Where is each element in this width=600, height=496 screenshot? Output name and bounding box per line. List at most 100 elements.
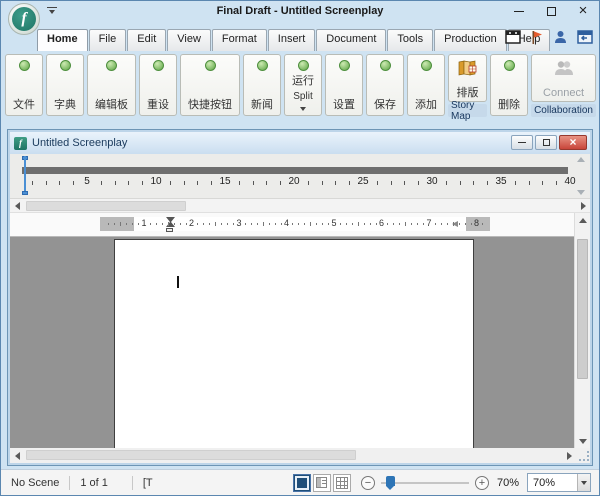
tab-tools[interactable]: Tools [387,29,434,51]
green-dot-icon [204,60,216,71]
connect-button[interactable]: Connect [531,54,596,102]
tab-production[interactable]: Production [434,29,507,51]
scroll-down-icon[interactable] [575,434,590,448]
scrollbar-thumb[interactable] [26,201,186,211]
dictionary-button[interactable]: 字典 [46,54,84,116]
scroll-left-icon[interactable] [10,199,24,212]
green-dot-icon [106,60,117,71]
page-ruler: 1 2 3 4 5 6 7 8 [100,217,490,232]
timeline-tick-label: 15 [219,176,231,187]
green-dot-icon [59,60,71,71]
tab-document[interactable]: Document [316,29,387,51]
zoom-percentage: 70% [496,476,519,489]
tab-format[interactable]: Format [211,29,267,51]
maximize-button[interactable] [543,4,559,18]
title-bar: f Final Draft - Untitled Screenplay × [1,1,599,35]
vertical-scrollbar[interactable] [574,213,590,448]
reset-button[interactable]: 重设 [139,54,177,116]
ribbon-group-delete: 删除 [490,54,529,119]
ribbon-group-news: 新闻 [243,54,281,119]
user-icon[interactable] [552,29,569,45]
timeline-tick-label: 40 [564,176,576,187]
scrollbar-thumb[interactable] [577,239,588,379]
timeline-tick-label: 20 [288,176,300,187]
ribbon-group-file: 文件 [5,54,43,119]
document-minimize-button[interactable] [511,135,533,150]
timeline-ruler[interactable]: 5 10 15 20 25 30 35 40 [10,154,590,199]
timeline-position-marker[interactable] [22,156,28,195]
document-close-button[interactable]: × [559,135,587,150]
minimize-button[interactable] [511,4,527,18]
timeline-vertical-scroll[interactable] [575,157,587,195]
page-view-icon [316,477,328,488]
document-icon: f [14,136,27,150]
scroll-down-icon[interactable] [577,190,585,195]
element-indicator: [T [142,476,153,489]
close-button[interactable]: × [575,3,591,18]
document-window: f Untitled Screenplay × 5 10 15 20 25 30 35 40 [7,129,593,466]
zoom-out-button[interactable]: − [360,475,375,490]
connect-label: Connect [543,87,585,99]
dropdown-arrow-icon[interactable] [577,474,590,491]
scroll-up-icon[interactable] [577,157,585,162]
tab-file[interactable]: File [88,29,127,51]
delete-label: 删除 [498,99,521,111]
reset-label: 重设 [147,99,169,111]
normal-view-button[interactable] [292,473,311,492]
tab-edit[interactable]: Edit [127,29,167,51]
news-button[interactable]: 新闻 [243,54,281,116]
zoom-in-button[interactable]: + [474,475,489,490]
run-split-label: 运行 [292,75,314,88]
zoom-slider-thumb[interactable] [385,475,395,490]
tab-view[interactable]: View [167,29,211,51]
view-mode-buttons [292,473,351,492]
zoom-slider[interactable] [380,475,469,490]
timeline-bar [22,167,568,174]
normal-view-icon [296,477,307,488]
scroll-left-icon[interactable] [10,448,24,463]
scene-panel-icon[interactable] [504,29,521,45]
document-restore-button[interactable] [535,135,557,150]
document-horizontal-scrollbar[interactable] [10,448,590,463]
file-label: 文件 [13,99,35,111]
scroll-right-icon[interactable] [576,199,590,212]
document-title-bar[interactable]: f Untitled Screenplay × [10,132,590,154]
ribbon-group-run-split: 运行 Split [284,54,322,119]
screenplay-page[interactable] [114,239,474,448]
ribbon-group-quick-buttons: 快捷按钮 [180,54,240,119]
timeline-horizontal-scrollbar[interactable] [10,199,590,213]
quick-buttons-label: 快捷按钮 [188,99,232,111]
scrollbar-thumb[interactable] [26,450,356,460]
save-button[interactable]: 保存 [366,54,404,116]
settings-button[interactable]: 设置 [325,54,363,116]
scroll-right-icon[interactable] [562,448,576,463]
resize-grip[interactable] [579,451,589,461]
tab-insert[interactable]: Insert [267,29,316,51]
green-dot-icon [503,60,515,71]
quick-buttons-button[interactable]: 快捷按钮 [180,54,240,116]
tab-home[interactable]: Home [37,29,88,51]
add-button[interactable]: 添加 [407,54,445,116]
scene-view-button[interactable] [332,473,351,492]
run-split-button[interactable]: 运行 Split [284,54,322,116]
zoom-dropdown[interactable]: 70% [527,473,591,492]
page-view-button[interactable] [312,473,331,492]
timeline-tick-label: 35 [495,176,507,187]
file-button[interactable]: 文件 [5,54,43,116]
indent-marker[interactable] [166,217,175,239]
zoom-dropdown-value: 70% [533,476,556,489]
edit-board-button[interactable]: 编辑板 [87,54,136,116]
delete-button[interactable]: 删除 [490,54,529,116]
close-icon: × [569,135,577,149]
page-ruler-label: 5 [331,218,337,228]
flag-icon[interactable] [528,29,545,45]
scroll-up-icon[interactable] [575,213,590,227]
story-map-button[interactable]: 排版 [448,54,488,102]
final-draft-logo-icon[interactable]: f [8,3,40,35]
ribbon-group-save: 保存 [366,54,404,119]
ribbon-group-add: 添加 [407,54,445,119]
save-label: 保存 [374,99,396,111]
green-dot-icon [420,60,432,71]
collapse-panel-icon[interactable] [576,29,593,45]
ribbon-group-story-map: 排版 Story Map [448,54,488,122]
